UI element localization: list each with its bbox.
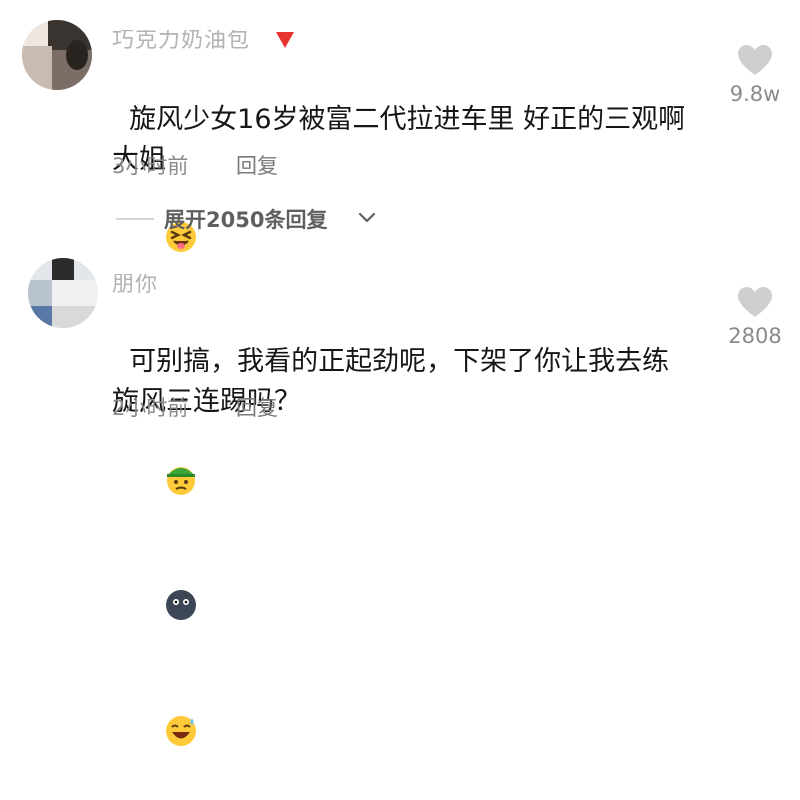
reply-button[interactable]: 回复 <box>236 392 278 422</box>
comment-body: 旋风少女16岁被富二代拉进车里 好正的三观啊大姐 <box>112 104 686 175</box>
dark-face-emoji <box>129 548 197 674</box>
comment-text: 可别搞，我看的正起劲呢，下架了你让我去练旋风三连踢吗？ <box>112 302 692 800</box>
expand-replies-button[interactable]: 展开2050条回复 <box>164 204 327 234</box>
username[interactable]: 巧克力奶油包 <box>112 30 250 54</box>
comment-text: 旋风少女16岁被富二代拉进车里 好正的三观啊大姐 <box>112 60 692 306</box>
comment-body: 可别搞，我看的正起劲呢，下架了你让我去练旋风三连踢吗？ <box>112 346 670 417</box>
sweat-laugh-emoji <box>129 674 197 800</box>
comment-time: 2小时前 <box>112 396 189 420</box>
like-count: 2808 <box>728 324 782 348</box>
avatar[interactable] <box>22 20 92 90</box>
divider <box>116 218 154 220</box>
green-hat-emoji <box>129 422 197 548</box>
like-heart-icon[interactable] <box>737 44 773 76</box>
like-heart-icon[interactable] <box>737 286 773 318</box>
reply-button[interactable]: 回复 <box>236 150 278 180</box>
chevron-down-icon[interactable] <box>358 212 376 224</box>
avatar[interactable] <box>28 258 98 328</box>
like-count: 9.8w <box>729 82 781 106</box>
comment-time: 3小时前 <box>112 154 189 178</box>
red-badge-icon <box>276 32 294 48</box>
